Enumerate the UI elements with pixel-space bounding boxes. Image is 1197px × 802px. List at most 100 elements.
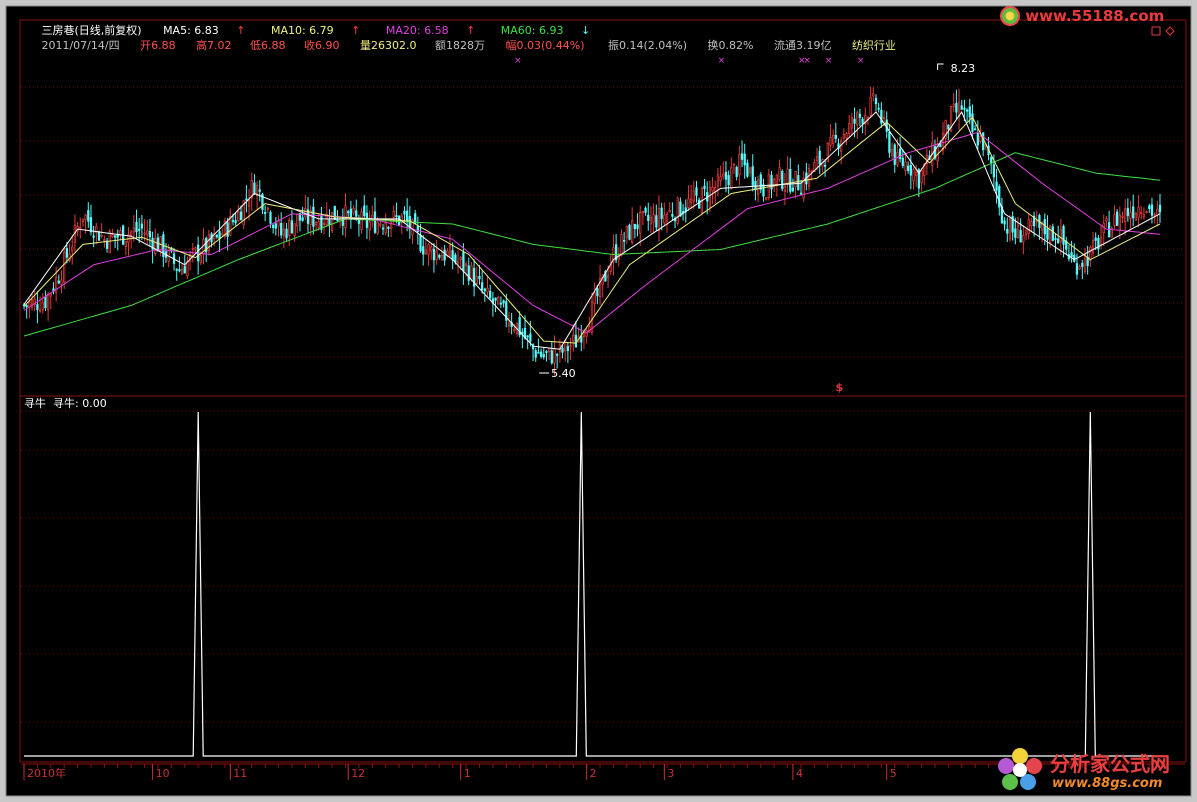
candle-body — [539, 351, 543, 357]
candle-body — [566, 346, 570, 352]
candle-body — [247, 200, 251, 207]
volume-value: 量26302.0 — [360, 39, 417, 52]
candle-body — [1043, 219, 1046, 235]
candle-body — [71, 246, 74, 252]
candle-body — [384, 222, 387, 234]
candle-body — [907, 165, 910, 171]
signal-x-mark: × — [825, 56, 833, 66]
candle-body — [623, 239, 626, 242]
candle-body — [730, 167, 733, 190]
candle-body — [87, 210, 90, 222]
candle-body — [146, 230, 149, 235]
candle-body — [317, 221, 320, 228]
candle-body — [1134, 213, 1138, 221]
candle-body — [427, 244, 430, 255]
candle-body — [556, 353, 559, 356]
candle-body — [692, 190, 695, 202]
candle-body — [901, 157, 904, 167]
candle-body — [352, 208, 355, 214]
candle-body — [288, 219, 291, 236]
candle-body — [582, 332, 586, 337]
candle-body — [304, 208, 307, 218]
candle-body — [856, 112, 859, 126]
candle-body — [301, 217, 304, 221]
candle-body — [231, 220, 235, 222]
candle-body — [668, 210, 671, 213]
candle-body — [1118, 214, 1121, 231]
candle-body — [746, 162, 749, 177]
candle-body — [36, 304, 39, 310]
candle-body — [740, 153, 744, 160]
candle-body — [49, 293, 52, 297]
candle-body — [663, 214, 666, 224]
candle-body — [649, 216, 653, 225]
candle-body — [1099, 237, 1103, 245]
candle-body — [226, 222, 229, 238]
candle-body — [708, 186, 712, 208]
info-date: 2011/07/14/四 — [41, 39, 119, 52]
candle-body — [869, 97, 872, 116]
candle-body — [920, 170, 923, 184]
candle-body — [553, 348, 556, 364]
candle-body — [561, 347, 564, 353]
candle-body — [526, 335, 529, 338]
candle-body — [754, 180, 757, 190]
candle-body — [641, 210, 645, 214]
ma20-arrow-icon: ↑ — [466, 24, 475, 37]
candle-body — [438, 254, 441, 258]
candle-body — [183, 266, 186, 274]
candle-body — [272, 224, 275, 228]
candle-body — [363, 205, 366, 217]
candle-body — [368, 221, 371, 231]
candle-body — [695, 187, 698, 196]
candle-body — [462, 251, 465, 272]
candle-body — [794, 171, 797, 187]
ma5-arrow-icon: ↑ — [236, 24, 245, 37]
candle-body — [998, 186, 1001, 208]
x-axis-label: 4 — [796, 767, 803, 780]
x-axis-label: 10 — [156, 767, 170, 780]
candle-body — [347, 211, 350, 214]
candle-body — [376, 221, 379, 234]
open-value: 开6.88 — [140, 39, 176, 52]
stock-name: 三房巷(日线,前复权) — [41, 23, 141, 37]
candle-body — [689, 198, 693, 203]
candle-body — [815, 156, 819, 161]
candle-body — [1137, 206, 1140, 218]
candle-body — [328, 219, 331, 225]
candle-body — [660, 207, 663, 219]
candle-body — [1132, 206, 1135, 219]
x-axis-label: 12 — [351, 767, 365, 780]
candle-body — [143, 232, 146, 235]
candle-body — [799, 192, 803, 195]
candle-body — [405, 210, 409, 222]
candle-body — [454, 254, 457, 263]
candle-body — [373, 211, 377, 233]
candle-body — [722, 173, 725, 177]
candle-body — [631, 220, 634, 243]
candle-body — [904, 161, 907, 172]
x-axis-label: 11 — [233, 767, 247, 780]
candle-body — [1081, 262, 1084, 267]
candle-body — [665, 213, 669, 222]
candle-body — [221, 233, 224, 236]
candle-body — [823, 164, 827, 167]
candle-body — [79, 226, 82, 229]
candle-body — [955, 102, 958, 113]
candle-body — [266, 207, 269, 210]
candle-body — [759, 174, 762, 190]
candle-body — [481, 282, 484, 290]
candle-body — [379, 223, 382, 226]
signal-x-mark: × — [857, 56, 865, 66]
candle-body — [810, 170, 813, 173]
candle-body — [971, 113, 974, 133]
candle-body — [960, 105, 963, 110]
candle-body — [992, 164, 996, 178]
candle-body — [25, 305, 28, 307]
candle-body — [915, 172, 918, 176]
candle-body — [419, 234, 422, 252]
candle-body — [569, 345, 572, 348]
candle-body — [671, 213, 674, 217]
candle-body — [724, 171, 728, 180]
candle-body — [1006, 228, 1009, 234]
